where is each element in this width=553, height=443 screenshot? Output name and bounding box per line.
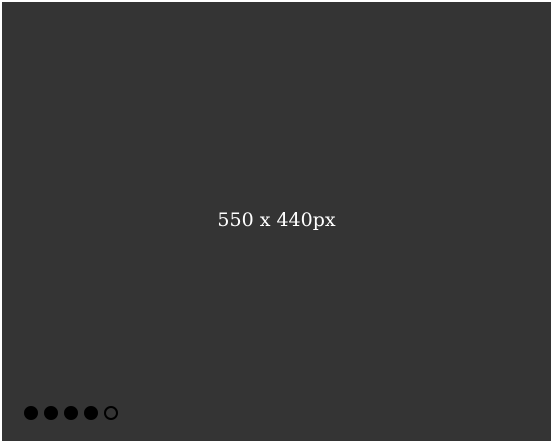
pagination-dot-1[interactable] [24, 406, 38, 420]
pagination-dot-2[interactable] [44, 406, 58, 420]
pagination-dot-4[interactable] [84, 406, 98, 420]
pagination-dot-3[interactable] [64, 406, 78, 420]
slider-pagination [24, 406, 118, 420]
pagination-dot-5-active[interactable] [104, 406, 118, 420]
image-slider: 550 x 440px [2, 2, 551, 441]
image-placeholder-label: 550 x 440px [217, 209, 336, 231]
